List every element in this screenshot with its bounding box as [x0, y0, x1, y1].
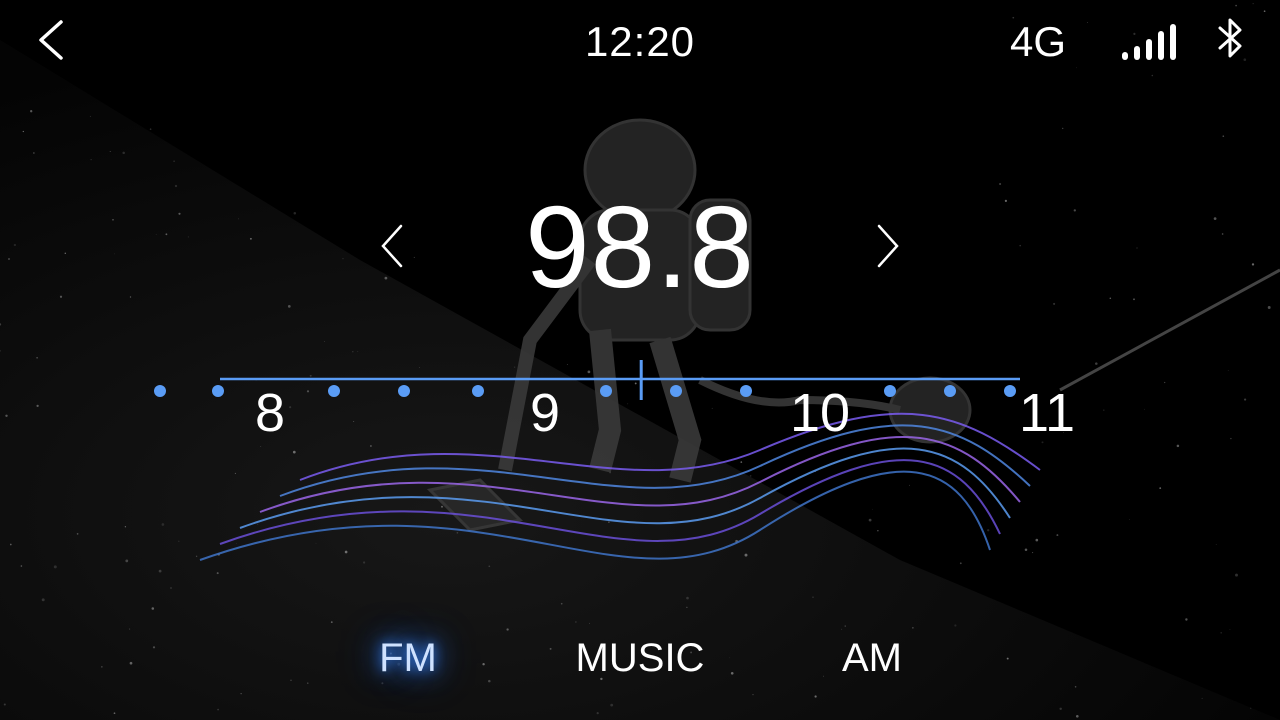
radio-screen: 12:20 4G 98.8 8 9 10 11 FM MUSIC AM [0, 0, 1280, 720]
frequency-display: 98.8 [525, 182, 755, 312]
network-type: 4G [1010, 18, 1067, 65]
clock: 12:20 [584, 18, 696, 65]
tuner-dot [1004, 385, 1016, 397]
tuner-dot [600, 385, 612, 397]
tuner-dot [328, 385, 340, 397]
scale-label-9: 9 [529, 383, 561, 443]
bluetooth-icon [1218, 18, 1242, 58]
back-button[interactable] [28, 14, 72, 66]
tuner-dot [670, 385, 682, 397]
band-tab-fm[interactable]: FM [379, 636, 437, 681]
tuner-dot [884, 385, 896, 397]
chevron-right-icon [877, 224, 899, 268]
tuner-dot [154, 385, 166, 397]
scale-label-11: 11 [1018, 383, 1076, 443]
next-station-button[interactable] [868, 218, 908, 274]
scale-label-10: 10 [789, 383, 851, 443]
tuner-dot [740, 385, 752, 397]
scale-label-8: 8 [254, 383, 286, 443]
tuner-dot [472, 385, 484, 397]
tuner-scale[interactable] [0, 340, 1280, 460]
back-icon [39, 20, 63, 60]
signal-bars-icon [1122, 24, 1176, 60]
tuner-dot [944, 385, 956, 397]
prev-station-button[interactable] [372, 218, 412, 274]
band-tab-music[interactable]: MUSIC [576, 636, 705, 681]
band-tab-am[interactable]: AM [842, 636, 902, 681]
tuner-dot [398, 385, 410, 397]
chevron-left-icon [381, 224, 403, 268]
tuner-dot [212, 385, 224, 397]
